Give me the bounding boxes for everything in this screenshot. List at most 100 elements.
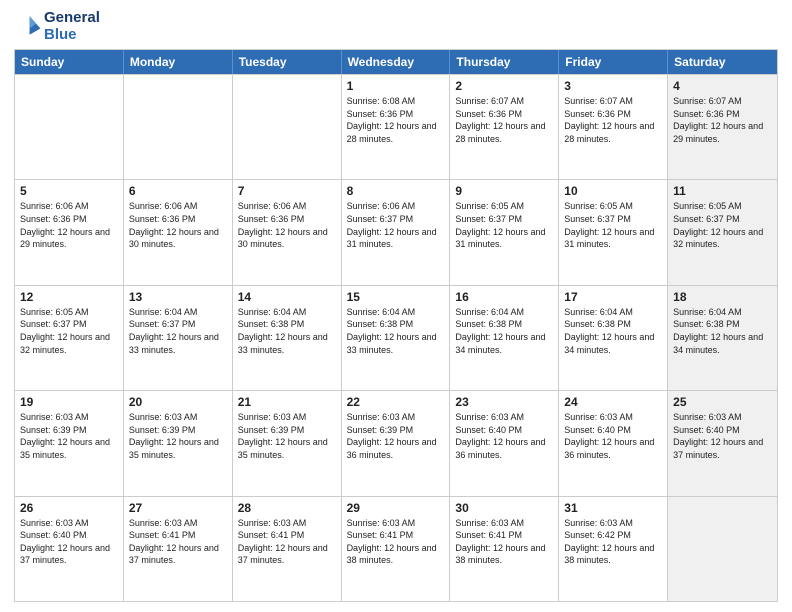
header-day-saturday: Saturday	[668, 50, 777, 74]
empty-cell-4-6	[668, 497, 777, 601]
day-info: Sunrise: 6:05 AM Sunset: 6:37 PM Dayligh…	[564, 200, 662, 250]
header: General Blue	[14, 10, 778, 43]
day-number: 25	[673, 395, 772, 409]
day-cell-24: 24Sunrise: 6:03 AM Sunset: 6:40 PM Dayli…	[559, 391, 668, 495]
week-row-2: 12 Sunrise: 6:05 AM Sunset: 6:37 PM Dayli…	[15, 285, 777, 390]
day-cell-21: 21 Sunrise: 6:03 AM Sunset: 6:39 PM Dayli…	[233, 391, 342, 495]
day-cell-15: 15 Sunrise: 6:04 AM Sunset: 6:38 PM Dayli…	[342, 286, 451, 390]
day-cell-28: 28 Sunrise: 6:03 AM Sunset: 6:41 PM Dayli…	[233, 497, 342, 601]
day-number: 1	[347, 79, 445, 93]
day-info: Sunrise: 6:04 AM Sunset: 6:38 PM Dayligh…	[455, 306, 553, 356]
day-cell-11: 11 Sunrise: 6:05 AM Sunset: 6:37 PM Dayli…	[668, 180, 777, 284]
day-info: Sunrise: 6:03 AM Sunset: 6:39 PM Dayligh…	[129, 411, 227, 461]
day-number: 2	[455, 79, 553, 93]
day-cell-5: 5 Sunrise: 6:06 AM Sunset: 6:36 PM Daylig…	[15, 180, 124, 284]
day-cell-23: 23 Sunrise: 6:03 AM Sunset: 6:40 PM Dayli…	[450, 391, 559, 495]
header-day-friday: Friday	[559, 50, 668, 74]
day-cell-30: 30 Sunrise: 6:03 AM Sunset: 6:41 PM Dayli…	[450, 497, 559, 601]
day-number: 13	[129, 290, 227, 304]
day-info: Sunrise: 6:04 AM Sunset: 6:38 PM Dayligh…	[238, 306, 336, 356]
day-cell-25: 25 Sunrise: 6:03 AM Sunset: 6:40 PM Dayli…	[668, 391, 777, 495]
day-info: Sunrise: 6:06 AM Sunset: 6:36 PM Dayligh…	[238, 200, 336, 250]
day-number: 24	[564, 395, 662, 409]
empty-cell-0-0	[15, 75, 124, 179]
day-number: 19	[20, 395, 118, 409]
day-number: 27	[129, 501, 227, 515]
logo-text: General Blue	[44, 10, 100, 43]
day-info: Sunrise: 6:03 AM Sunset: 6:40 PM Dayligh…	[20, 517, 118, 567]
day-info: Sunrise: 6:07 AM Sunset: 6:36 PM Dayligh…	[455, 95, 553, 145]
day-info: Sunrise: 6:03 AM Sunset: 6:41 PM Dayligh…	[347, 517, 445, 567]
day-number: 26	[20, 501, 118, 515]
empty-cell-0-1	[124, 75, 233, 179]
day-cell-9: 9Sunrise: 6:05 AM Sunset: 6:37 PM Daylig…	[450, 180, 559, 284]
day-number: 12	[20, 290, 118, 304]
day-info: Sunrise: 6:06 AM Sunset: 6:36 PM Dayligh…	[20, 200, 118, 250]
day-cell-14: 14 Sunrise: 6:04 AM Sunset: 6:38 PM Dayli…	[233, 286, 342, 390]
header-day-thursday: Thursday	[450, 50, 559, 74]
day-number: 7	[238, 184, 336, 198]
day-number: 28	[238, 501, 336, 515]
day-info: Sunrise: 6:03 AM Sunset: 6:41 PM Dayligh…	[238, 517, 336, 567]
day-info: Sunrise: 6:04 AM Sunset: 6:38 PM Dayligh…	[347, 306, 445, 356]
day-cell-10: 10 Sunrise: 6:05 AM Sunset: 6:37 PM Dayli…	[559, 180, 668, 284]
day-number: 29	[347, 501, 445, 515]
day-info: Sunrise: 6:03 AM Sunset: 6:39 PM Dayligh…	[347, 411, 445, 461]
day-info: Sunrise: 6:03 AM Sunset: 6:41 PM Dayligh…	[455, 517, 553, 567]
page: General Blue SundayMondayTuesdayWednesda…	[0, 0, 792, 612]
day-number: 15	[347, 290, 445, 304]
day-number: 21	[238, 395, 336, 409]
day-info: Sunrise: 6:03 AM Sunset: 6:41 PM Dayligh…	[129, 517, 227, 567]
day-info: Sunrise: 6:03 AM Sunset: 6:40 PM Dayligh…	[673, 411, 772, 461]
day-info: Sunrise: 6:04 AM Sunset: 6:38 PM Dayligh…	[564, 306, 662, 356]
header-day-wednesday: Wednesday	[342, 50, 451, 74]
header-day-tuesday: Tuesday	[233, 50, 342, 74]
logo: General Blue	[14, 10, 100, 43]
header-day-monday: Monday	[124, 50, 233, 74]
day-info: Sunrise: 6:04 AM Sunset: 6:38 PM Dayligh…	[673, 306, 772, 356]
empty-cell-0-2	[233, 75, 342, 179]
day-cell-3: 3 Sunrise: 6:07 AM Sunset: 6:36 PM Daylig…	[559, 75, 668, 179]
header-day-sunday: Sunday	[15, 50, 124, 74]
day-number: 5	[20, 184, 118, 198]
day-number: 22	[347, 395, 445, 409]
day-info: Sunrise: 6:05 AM Sunset: 6:37 PM Dayligh…	[20, 306, 118, 356]
day-cell-26: 26 Sunrise: 6:03 AM Sunset: 6:40 PM Dayli…	[15, 497, 124, 601]
calendar-body: 1Sunrise: 6:08 AM Sunset: 6:36 PM Daylig…	[15, 74, 777, 601]
day-number: 11	[673, 184, 772, 198]
day-number: 4	[673, 79, 772, 93]
day-number: 30	[455, 501, 553, 515]
day-info: Sunrise: 6:03 AM Sunset: 6:39 PM Dayligh…	[238, 411, 336, 461]
day-cell-22: 22 Sunrise: 6:03 AM Sunset: 6:39 PM Dayli…	[342, 391, 451, 495]
day-number: 8	[347, 184, 445, 198]
day-cell-4: 4Sunrise: 6:07 AM Sunset: 6:36 PM Daylig…	[668, 75, 777, 179]
day-info: Sunrise: 6:05 AM Sunset: 6:37 PM Dayligh…	[673, 200, 772, 250]
day-info: Sunrise: 6:05 AM Sunset: 6:37 PM Dayligh…	[455, 200, 553, 250]
day-cell-2: 2 Sunrise: 6:07 AM Sunset: 6:36 PM Daylig…	[450, 75, 559, 179]
calendar: SundayMondayTuesdayWednesdayThursdayFrid…	[14, 49, 778, 602]
day-info: Sunrise: 6:03 AM Sunset: 6:40 PM Dayligh…	[455, 411, 553, 461]
day-cell-19: 19Sunrise: 6:03 AM Sunset: 6:39 PM Dayli…	[15, 391, 124, 495]
day-cell-20: 20 Sunrise: 6:03 AM Sunset: 6:39 PM Dayli…	[124, 391, 233, 495]
day-info: Sunrise: 6:07 AM Sunset: 6:36 PM Dayligh…	[564, 95, 662, 145]
week-row-4: 26 Sunrise: 6:03 AM Sunset: 6:40 PM Dayli…	[15, 496, 777, 601]
day-number: 16	[455, 290, 553, 304]
day-number: 20	[129, 395, 227, 409]
day-number: 23	[455, 395, 553, 409]
day-cell-7: 7 Sunrise: 6:06 AM Sunset: 6:36 PM Daylig…	[233, 180, 342, 284]
day-number: 3	[564, 79, 662, 93]
day-cell-29: 29 Sunrise: 6:03 AM Sunset: 6:41 PM Dayli…	[342, 497, 451, 601]
day-cell-6: 6 Sunrise: 6:06 AM Sunset: 6:36 PM Daylig…	[124, 180, 233, 284]
day-number: 14	[238, 290, 336, 304]
day-cell-8: 8Sunrise: 6:06 AM Sunset: 6:37 PM Daylig…	[342, 180, 451, 284]
day-cell-27: 27 Sunrise: 6:03 AM Sunset: 6:41 PM Dayli…	[124, 497, 233, 601]
day-number: 10	[564, 184, 662, 198]
day-number: 18	[673, 290, 772, 304]
day-number: 6	[129, 184, 227, 198]
day-cell-12: 12 Sunrise: 6:05 AM Sunset: 6:37 PM Dayli…	[15, 286, 124, 390]
day-cell-13: 13Sunrise: 6:04 AM Sunset: 6:37 PM Dayli…	[124, 286, 233, 390]
day-info: Sunrise: 6:06 AM Sunset: 6:36 PM Dayligh…	[129, 200, 227, 250]
week-row-0: 1Sunrise: 6:08 AM Sunset: 6:36 PM Daylig…	[15, 74, 777, 179]
day-cell-1: 1Sunrise: 6:08 AM Sunset: 6:36 PM Daylig…	[342, 75, 451, 179]
calendar-header: SundayMondayTuesdayWednesdayThursdayFrid…	[15, 50, 777, 74]
